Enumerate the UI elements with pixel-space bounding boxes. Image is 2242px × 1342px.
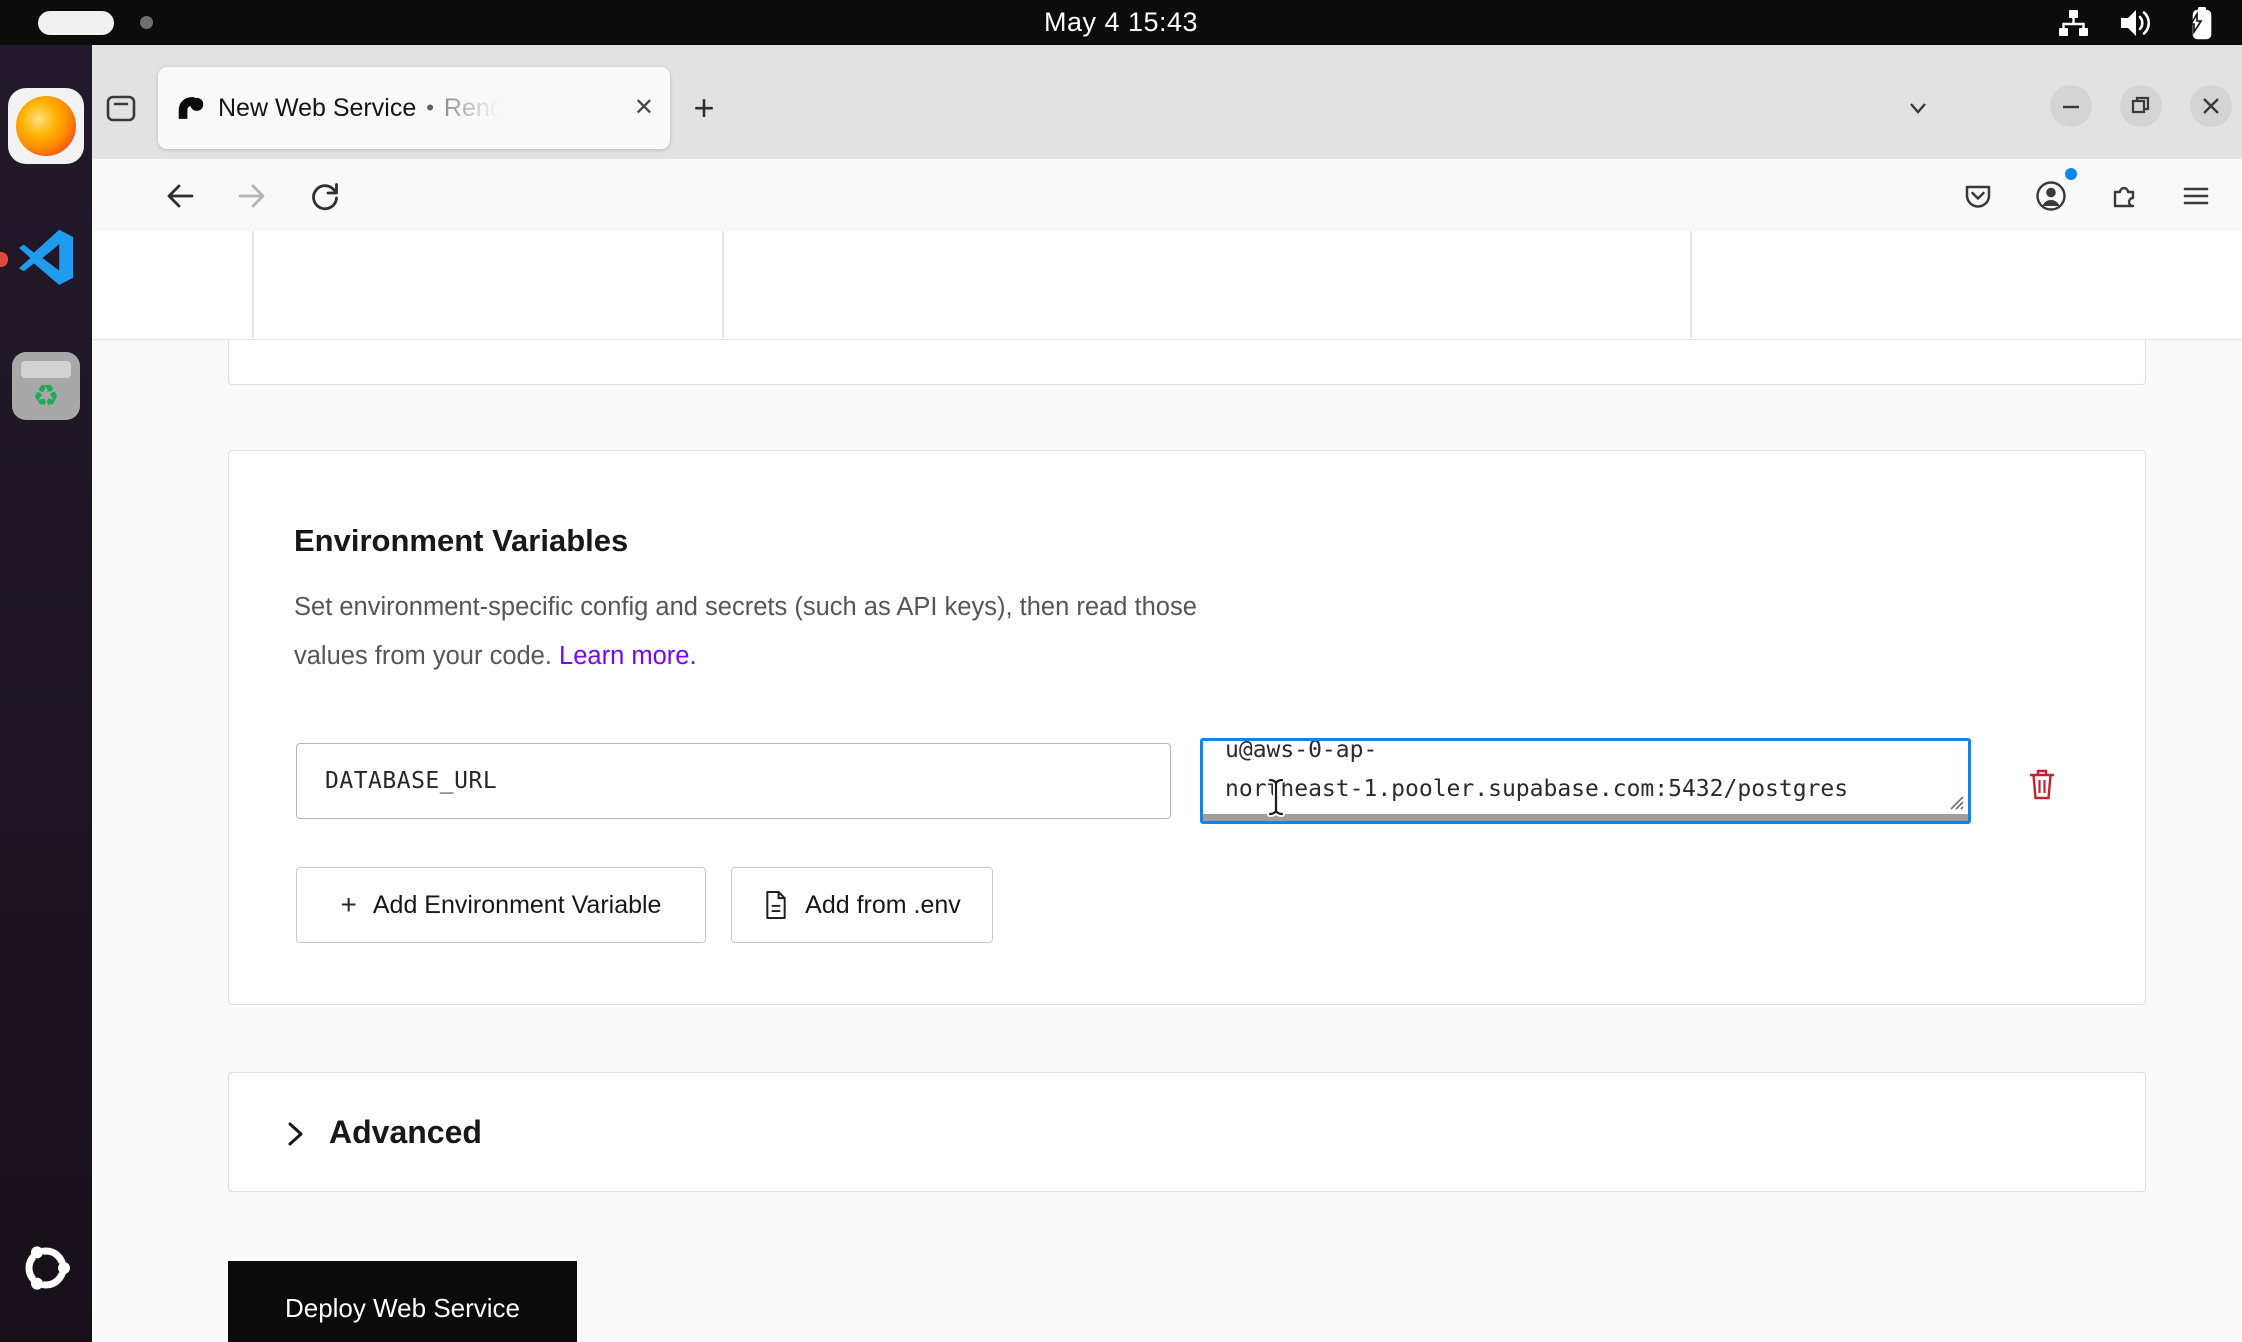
system-top-bar: May 4 15:43 [0, 0, 2242, 45]
add-from-env-button[interactable]: Add from .env [731, 867, 993, 943]
vscode-icon [16, 225, 76, 285]
navigation-toolbar: https://dashboard.render.com/web/new [92, 159, 2242, 231]
render-favicon [178, 95, 204, 121]
header-divider [1690, 231, 1692, 338]
dock-recycle-app[interactable]: ♻ [12, 352, 80, 420]
dock-ubuntu-launcher[interactable] [18, 1240, 74, 1296]
delete-env-var-button[interactable] [2026, 766, 2058, 802]
account-button[interactable] [2029, 174, 2073, 218]
advanced-section-title[interactable]: Advanced [329, 1114, 482, 1151]
battery-charging-icon [2182, 5, 2216, 41]
tab-separator: • [426, 95, 434, 121]
environment-variables-card: Environment Variables Set environment-sp… [228, 450, 2146, 1005]
description-line1: Set environment-specific config and secr… [294, 593, 1197, 621]
pocket-icon[interactable] [1956, 174, 2000, 218]
env-value-line2: northeast-1.pooler.supabase.com:5432/pos… [1225, 770, 1968, 809]
previous-card-partial [228, 340, 2146, 385]
add-from-env-label: Add from .env [805, 891, 961, 920]
firefox-view-icon[interactable] [102, 89, 140, 127]
vscode-notification-badge [0, 252, 8, 267]
tab-title: New Web Service [218, 94, 416, 123]
plus-icon: + [341, 889, 357, 921]
section-description: Set environment-specific config and secr… [294, 583, 1197, 681]
close-window-button[interactable] [2190, 85, 2232, 127]
env-value-line1: u@aws-0-ap- [1225, 738, 1968, 770]
env-key-input[interactable] [296, 743, 1171, 819]
reload-button[interactable] [303, 174, 347, 218]
resize-grip-icon[interactable] [1948, 794, 1965, 811]
trash-icon [2027, 767, 2057, 801]
description-line2: values from your code. [294, 642, 559, 670]
volume-icon [2118, 6, 2154, 40]
restore-button[interactable] [2120, 85, 2162, 127]
mouse-cursor-ibeam [1266, 776, 1286, 818]
chevron-right-icon[interactable] [283, 1119, 307, 1149]
header-divider [722, 231, 724, 338]
file-document-icon [763, 889, 789, 921]
minimize-button[interactable] [2050, 85, 2092, 127]
new-tab-button[interactable]: + [683, 87, 725, 129]
env-value-textarea[interactable]: u@aws-0-ap- northeast-1.pooler.supabase.… [1200, 738, 1971, 824]
system-clock[interactable]: May 4 15:43 [0, 0, 2242, 45]
recycle-icon: ♻ [33, 382, 60, 412]
dock: ♻ [0, 45, 92, 1342]
firefox-icon [16, 96, 76, 156]
dock-vscode[interactable] [13, 222, 79, 288]
page-content: Environment Variables Set environment-sp… [92, 340, 2242, 1342]
browser-tab[interactable]: New Web Service • Rend ✕ [158, 67, 670, 149]
ubuntu-icon [18, 1240, 74, 1296]
tab-bar: New Web Service • Rend ✕ + [92, 45, 2242, 159]
tab-title-suffix: Rend [444, 94, 504, 123]
account-icon [2034, 179, 2068, 213]
back-button[interactable] [158, 174, 202, 218]
learn-more-link[interactable]: Learn more. [559, 642, 697, 670]
section-title: Environment Variables [294, 523, 628, 559]
account-notification-dot [2065, 168, 2077, 180]
forward-button[interactable] [230, 174, 274, 218]
extensions-icon[interactable] [2102, 174, 2146, 218]
screen: May 4 15:43 [0, 0, 2242, 1342]
network-icon [2056, 6, 2090, 40]
firefox-window: New Web Service • Rend ✕ + [92, 45, 2242, 1342]
add-environment-variable-button[interactable]: + Add Environment Variable [296, 867, 706, 943]
header-divider [252, 231, 254, 338]
dock-firefox[interactable] [8, 88, 84, 164]
list-tabs-chevron-icon[interactable] [1897, 87, 1939, 129]
recycle-app-slot [21, 361, 71, 378]
deploy-web-service-button[interactable]: Deploy Web Service [228, 1261, 577, 1342]
add-environment-variable-label: Add Environment Variable [373, 891, 662, 920]
system-tray[interactable] [2056, 0, 2216, 45]
textarea-scrollbar[interactable] [1203, 814, 1968, 821]
tab-close-icon[interactable]: ✕ [634, 96, 654, 120]
render-app-header: M My Workspace New Web Service Search ^ … [92, 231, 2242, 340]
advanced-card[interactable]: Advanced [228, 1072, 2146, 1192]
menu-hamburger-icon[interactable] [2174, 174, 2218, 218]
env-value-visible-text: u@aws-0-ap- northeast-1.pooler.supabase.… [1203, 738, 1968, 809]
